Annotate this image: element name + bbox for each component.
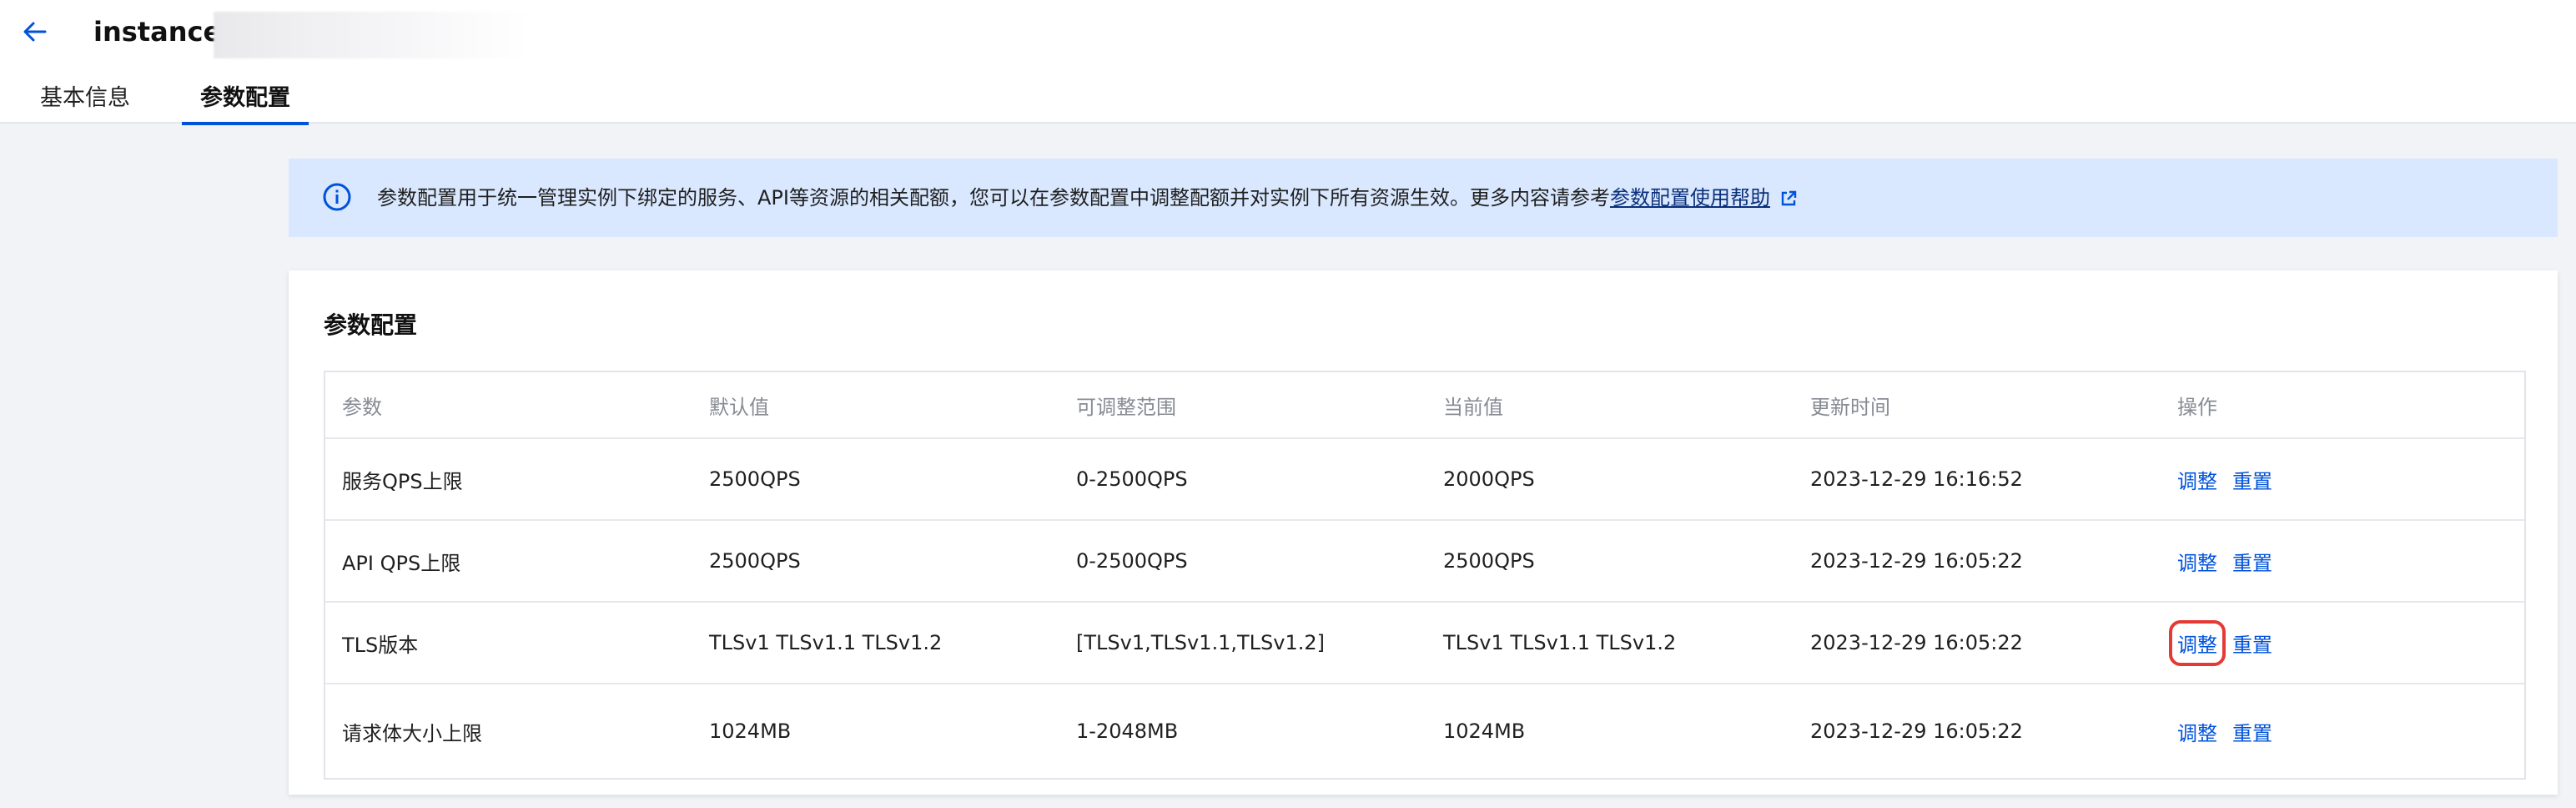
- current-value: TLSv1 TLSv1.1 TLSv1.2: [1443, 631, 1677, 654]
- adjust-button[interactable]: 调整: [2169, 619, 2226, 666]
- redacted-instance-id: [214, 12, 531, 58]
- column-header-actions: 操作: [2177, 395, 2217, 419]
- tab-basic-info[interactable]: 基本信息: [38, 80, 132, 124]
- adjust-button[interactable]: 调整: [2177, 717, 2217, 746]
- column-header-range: 可调整范围: [1076, 395, 1176, 419]
- update-time: 2023-12-29 16:05:22: [1810, 631, 2023, 654]
- param-name: API QPS上限: [342, 551, 461, 575]
- reset-button[interactable]: 重置: [2232, 717, 2272, 746]
- current-value: 2000QPS: [1443, 467, 1535, 491]
- default-value: TLSv1 TLSv1.1 TLSv1.2: [709, 631, 943, 654]
- column-header-current: 当前值: [1443, 395, 1503, 419]
- param-name: 请求体大小上限: [342, 721, 482, 745]
- arrow-left-icon: [23, 22, 47, 42]
- row-actions: 调整 重置: [2177, 684, 2272, 778]
- table-header-row: 参数 默认值 可调整范围 当前值 更新时间 操作: [325, 372, 2524, 439]
- adjust-button[interactable]: 调整: [2177, 547, 2217, 576]
- notice-message: 参数配置用于统一管理实例下绑定的服务、API等资源的相关配额，您可以在参数配置中…: [377, 186, 1610, 210]
- top-header: instance- 基本信息 参数配置: [0, 0, 2576, 125]
- update-time: 2023-12-29 16:05:22: [1810, 549, 2023, 573]
- row-actions: 调整 重置: [2177, 439, 2272, 519]
- table-row: 服务QPS上限 2500QPS 0-2500QPS 2000QPS 2023-1…: [325, 439, 2524, 521]
- column-header-default: 默认值: [709, 395, 769, 419]
- info-circle-icon: [323, 183, 351, 211]
- update-time: 2023-12-29 16:05:22: [1810, 720, 2023, 743]
- table-row: TLS版本 TLSv1 TLSv1.1 TLSv1.2 [TLSv1,TLSv1…: [325, 603, 2524, 684]
- row-actions: 调整 重置: [2169, 603, 2272, 683]
- reset-button[interactable]: 重置: [2232, 465, 2272, 494]
- row-actions: 调整 重置: [2177, 521, 2272, 601]
- reset-button[interactable]: 重置: [2232, 629, 2272, 658]
- adjustable-range: 0-2500QPS: [1076, 467, 1188, 491]
- table-row: API QPS上限 2500QPS 0-2500QPS 2500QPS 2023…: [325, 521, 2524, 603]
- update-time: 2023-12-29 16:16:52: [1810, 467, 2023, 491]
- adjust-button[interactable]: 调整: [2177, 465, 2217, 494]
- default-value: 2500QPS: [709, 467, 801, 491]
- parameter-table: 参数 默认值 可调整范围 当前值 更新时间 操作 服务QPS上限 2500QPS…: [324, 371, 2526, 780]
- card-title: 参数配置: [324, 311, 418, 339]
- column-header-param: 参数: [342, 395, 382, 419]
- parameter-card: 参数配置 参数 默认值 可调整范围 当前值 更新时间 操作 服务QPS上限 25…: [289, 270, 2558, 795]
- back-button[interactable]: [17, 13, 53, 50]
- adjustable-range: 0-2500QPS: [1076, 549, 1188, 573]
- adjustable-range: [TLSv1,TLSv1.1,TLSv1.2]: [1076, 631, 1325, 654]
- param-name: TLS版本: [342, 633, 419, 657]
- default-value: 1024MB: [709, 720, 792, 743]
- notice-text: 参数配置用于统一管理实例下绑定的服务、API等资源的相关配额，您可以在参数配置中…: [377, 159, 1799, 237]
- help-link[interactable]: 参数配置使用帮助: [1610, 186, 1770, 210]
- adjustable-range: 1-2048MB: [1076, 720, 1179, 743]
- table-row: 请求体大小上限 1024MB 1-2048MB 1024MB 2023-12-2…: [325, 684, 2524, 778]
- current-value: 2500QPS: [1443, 549, 1535, 573]
- info-notice: 参数配置用于统一管理实例下绑定的服务、API等资源的相关配额，您可以在参数配置中…: [289, 159, 2558, 237]
- param-name: 服务QPS上限: [342, 469, 463, 493]
- default-value: 2500QPS: [709, 549, 801, 573]
- external-link-icon[interactable]: [1779, 189, 1799, 209]
- current-value: 1024MB: [1443, 720, 1526, 743]
- tab-parameter-config[interactable]: 参数配置: [182, 80, 309, 125]
- reset-button[interactable]: 重置: [2232, 547, 2272, 576]
- column-header-updated: 更新时间: [1810, 395, 1890, 419]
- instance-title: instance-: [93, 16, 233, 48]
